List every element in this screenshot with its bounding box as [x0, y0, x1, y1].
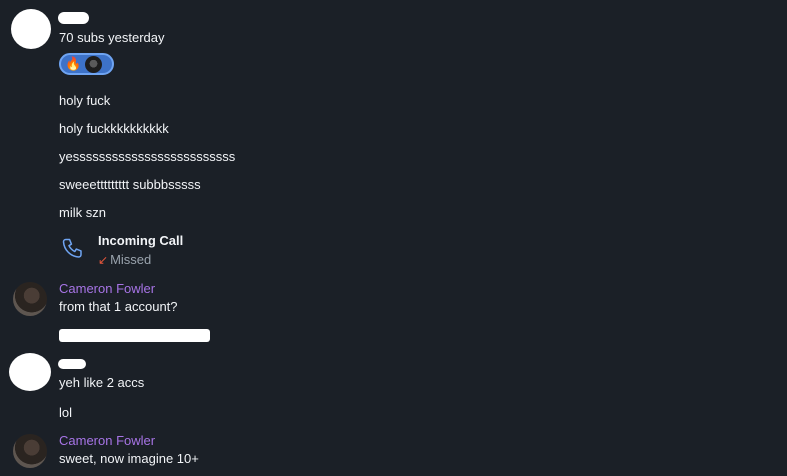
message-text: 70 subs yesterday [59, 30, 165, 45]
message-text: lol [59, 405, 73, 420]
avatar-cameron[interactable] [13, 434, 47, 468]
redacted-message [59, 329, 210, 342]
message-text: milk szn [59, 205, 106, 220]
message-text: holy fuckkkkkkkkkk [59, 121, 169, 136]
phone-icon [60, 236, 88, 264]
call-status-label: Missed [110, 252, 152, 267]
message-text: yeh like 2 accs [59, 375, 145, 390]
message-text: from that 1 account? [59, 299, 178, 314]
avatar-cameron[interactable] [13, 282, 47, 316]
call-status: ↙ Missed [98, 252, 151, 267]
avatar-redacted[interactable] [12, 10, 50, 48]
missed-arrow-icon: ↙ [98, 253, 109, 267]
message-text: sweeettttttttt subbbsssss [59, 177, 201, 192]
author-name[interactable]: Cameron Fowler [59, 433, 155, 448]
chat-window: 70 subs yesterday 🔥 holy fuck holy fuckk… [0, 0, 787, 476]
redacted-username[interactable] [58, 12, 89, 24]
reaction-pill[interactable]: 🔥 [59, 53, 114, 75]
face-emoji-icon [85, 55, 103, 73]
redacted-username[interactable] [58, 359, 86, 369]
fire-emoji: 🔥 [65, 56, 82, 71]
avatar-redacted[interactable] [10, 354, 50, 390]
message-text: sweet, now imagine 10+ [59, 451, 199, 466]
message-text: yesssssssssssssssssssssssss [59, 149, 236, 164]
message-text: holy fuck [59, 93, 111, 108]
author-name[interactable]: Cameron Fowler [59, 281, 155, 296]
call-title: Incoming Call [98, 233, 184, 248]
